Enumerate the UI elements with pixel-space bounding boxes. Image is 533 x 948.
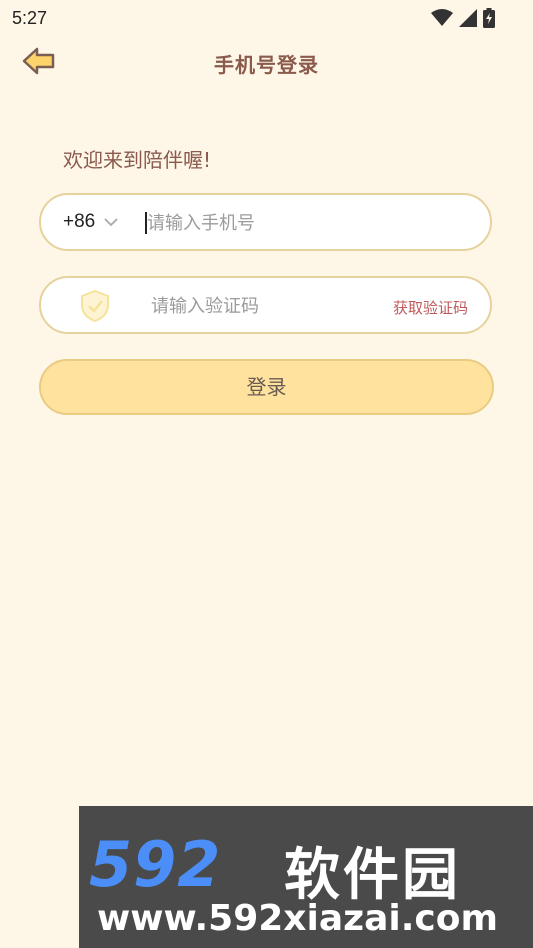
cellular-signal-icon bbox=[459, 9, 477, 27]
verification-code-field: 获取验证码 bbox=[39, 276, 492, 334]
watermark-url: www.592xiazai.com bbox=[97, 898, 498, 939]
login-button[interactable]: 登录 bbox=[39, 359, 494, 415]
chevron-down-icon bbox=[104, 218, 118, 227]
battery-charging-icon bbox=[483, 8, 495, 28]
watermark-logo-number: 592 bbox=[89, 828, 222, 901]
phone-input[interactable] bbox=[147, 211, 467, 235]
wifi-icon bbox=[431, 9, 453, 26]
country-code-selector[interactable]: +86 bbox=[63, 211, 119, 233]
status-bar: 5:27 bbox=[0, 0, 533, 36]
status-icons bbox=[431, 7, 495, 29]
header: 手机号登录 bbox=[0, 36, 533, 88]
phone-field: +86 bbox=[39, 193, 492, 251]
watermark-banner: 592 软件园 www.592xiazai.com bbox=[79, 806, 533, 948]
shield-check-icon bbox=[81, 289, 109, 323]
country-code-label: +86 bbox=[63, 211, 96, 232]
status-time: 5:27 bbox=[12, 8, 48, 28]
verification-code-input[interactable] bbox=[151, 294, 371, 318]
page-title: 手机号登录 bbox=[214, 53, 319, 77]
welcome-text: 欢迎来到陪伴喔! bbox=[63, 148, 212, 172]
get-code-button[interactable]: 获取验证码 bbox=[393, 297, 468, 318]
